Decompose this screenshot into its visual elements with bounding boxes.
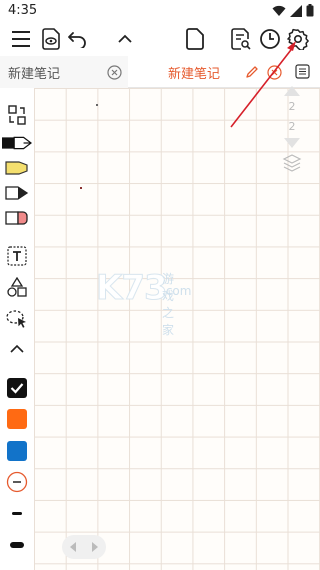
status-icons xyxy=(272,4,314,17)
pen-tool-button[interactable] xyxy=(2,130,32,156)
drawing-canvas[interactable] xyxy=(34,88,320,570)
history-button[interactable] xyxy=(257,26,283,52)
tab-close-button[interactable] xyxy=(106,64,122,80)
search-doc-icon xyxy=(231,28,251,50)
page-total: 2 xyxy=(288,120,296,133)
close-circle-icon xyxy=(266,64,282,80)
settings-icon xyxy=(287,28,309,50)
highlighter-tool-button[interactable] xyxy=(2,155,32,181)
stroke-thick-line xyxy=(10,542,24,548)
undo-icon xyxy=(68,32,86,48)
undo-button[interactable] xyxy=(64,26,90,52)
watermark: K73 游戏之家 .com xyxy=(96,268,192,338)
page-up-icon[interactable] xyxy=(283,85,301,97)
history-icon xyxy=(260,29,280,49)
status-time: 4:35 xyxy=(8,3,38,18)
lasso-tool-button[interactable] xyxy=(2,306,32,332)
toolbar xyxy=(0,22,320,56)
edit-icon xyxy=(246,66,258,78)
stroke-dot xyxy=(80,187,82,189)
brush-icon xyxy=(5,186,29,200)
page-down-icon[interactable] xyxy=(283,137,301,149)
tab-note-inactive[interactable]: 新建笔记 xyxy=(0,56,128,88)
tab-title-active: 新建笔记 xyxy=(168,66,221,82)
preview-icon xyxy=(42,28,60,50)
close-circle-icon xyxy=(106,64,122,80)
collapse-tools-button[interactable] xyxy=(2,336,32,362)
bottom-page-switcher xyxy=(62,535,106,559)
search-doc-button[interactable] xyxy=(228,26,254,52)
new-page-button[interactable] xyxy=(182,26,208,52)
stroke-width-circle-button[interactable] xyxy=(2,469,32,495)
color-swatch-orange[interactable] xyxy=(2,406,32,432)
signal-icon xyxy=(290,4,302,17)
text-tool-button[interactable] xyxy=(2,243,32,269)
wifi-icon xyxy=(272,5,286,16)
shapes-icon xyxy=(7,277,27,297)
stroke-dot xyxy=(96,104,98,106)
page-navigator: 2 2 xyxy=(280,85,304,185)
stroke-width-thick-button[interactable] xyxy=(2,532,32,558)
swap-tool-button[interactable] xyxy=(2,102,32,128)
watermark-cn: 游戏之家 xyxy=(162,272,175,337)
menu-button[interactable] xyxy=(8,26,34,52)
tab-bar: 新建笔记 新建笔记 xyxy=(0,56,320,88)
layers-icon[interactable] xyxy=(282,153,302,173)
swatch-fill-orange xyxy=(7,409,27,429)
lasso-icon xyxy=(6,310,26,328)
eraser-icon xyxy=(5,211,28,225)
battery-icon xyxy=(306,4,314,17)
menu-icon xyxy=(12,31,30,47)
status-bar: 4:35 xyxy=(0,0,320,22)
arrow-left-icon[interactable] xyxy=(68,541,78,553)
preview-button[interactable] xyxy=(38,26,64,52)
collapse-icon xyxy=(118,34,132,43)
watermark-logo: K73 xyxy=(96,268,169,309)
pen-icon xyxy=(2,136,32,150)
stroke-medium-line xyxy=(12,511,22,515)
brush-tool-button[interactable] xyxy=(2,180,32,206)
eraser-tool-button[interactable] xyxy=(2,205,32,231)
page-current: 2 xyxy=(288,100,296,113)
minus-circle-icon xyxy=(6,471,28,493)
highlighter-icon xyxy=(5,161,28,175)
shapes-tool-button[interactable] xyxy=(2,274,32,300)
check-icon xyxy=(7,378,27,398)
collapse-button[interactable] xyxy=(112,26,138,52)
rename-button[interactable] xyxy=(244,64,260,80)
color-swatch-black[interactable] xyxy=(2,375,32,401)
settings-button[interactable] xyxy=(285,26,311,52)
watermark-domain: .com xyxy=(162,284,192,298)
stroke-width-medium-button[interactable] xyxy=(2,500,32,526)
arrow-right-icon[interactable] xyxy=(90,541,100,553)
swap-icon xyxy=(8,105,26,125)
tab-title: 新建笔记 xyxy=(8,66,61,82)
list-icon xyxy=(294,63,310,79)
chevron-up-icon xyxy=(10,344,24,353)
color-swatch-blue[interactable] xyxy=(2,438,32,464)
tab-list-button[interactable] xyxy=(294,63,310,79)
tab-close-active-button[interactable] xyxy=(266,64,282,80)
text-icon xyxy=(7,246,27,266)
new-page-icon xyxy=(186,28,204,50)
swatch-fill-blue xyxy=(7,441,27,461)
tab-note-active[interactable]: 新建笔记 xyxy=(128,56,314,88)
tool-sidebar xyxy=(0,88,34,570)
